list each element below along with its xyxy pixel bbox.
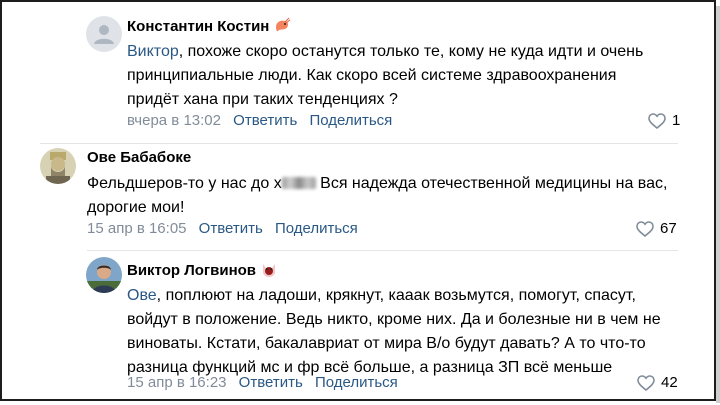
comment-time[interactable]: 15 апр в 16:23 bbox=[127, 374, 227, 391]
share-button[interactable]: Поделиться bbox=[315, 374, 398, 391]
comment-author[interactable]: Константин Костин bbox=[127, 16, 291, 35]
like-button[interactable]: 67 bbox=[636, 220, 677, 237]
heart-icon bbox=[636, 220, 654, 237]
like-button[interactable]: 42 bbox=[637, 374, 678, 391]
share-button[interactable]: Поделиться bbox=[275, 220, 358, 237]
comment-text: Ове, поплюют на ладоши, крякнут, кааак в… bbox=[127, 284, 672, 380]
comment-meta: вчера в 13:02 Ответить Поделиться bbox=[127, 112, 392, 129]
comment-body: , похоже скоро останутся только те, кому… bbox=[127, 43, 644, 108]
author-name[interactable]: Константин Костин bbox=[127, 18, 269, 35]
comment-body: , поплюют на ладоши, крякнут, кааак возь… bbox=[127, 287, 661, 376]
like-count: 1 bbox=[672, 112, 681, 129]
mention-link[interactable]: Виктор bbox=[127, 43, 179, 60]
mention-link[interactable]: Ове bbox=[127, 287, 157, 304]
author-name[interactable]: Виктор Логвинов bbox=[127, 262, 256, 279]
reply-button[interactable]: Ответить bbox=[233, 112, 297, 129]
like-count: 42 bbox=[661, 374, 678, 391]
heart-icon bbox=[648, 112, 666, 129]
shrimp-emoji-icon bbox=[276, 17, 291, 32]
like-button[interactable]: 1 bbox=[648, 112, 680, 129]
share-button[interactable]: Поделиться bbox=[309, 112, 392, 129]
person-placeholder-icon bbox=[94, 25, 114, 44]
user-photo-avatar-icon bbox=[86, 257, 122, 293]
comment-text: Фельдшеров-то у нас до х Вся надежда оте… bbox=[87, 172, 687, 220]
comment-time[interactable]: вчера в 13:02 bbox=[127, 112, 221, 129]
reply-button[interactable]: Ответить bbox=[199, 220, 263, 237]
comment-body: Фельдшеров-то у нас до х bbox=[87, 175, 282, 192]
heart-icon bbox=[637, 374, 655, 391]
comment-author[interactable]: Ове Бабабоке bbox=[87, 149, 191, 166]
medieval-figure-avatar-icon bbox=[40, 148, 76, 184]
censored-blur bbox=[281, 177, 316, 189]
author-name[interactable]: Ове Бабабоке bbox=[87, 149, 191, 166]
like-count: 67 bbox=[660, 220, 677, 237]
cat-emoji-icon bbox=[263, 264, 276, 277]
comment-divider bbox=[40, 143, 678, 144]
comment-text: Виктор, похоже скоро останутся только те… bbox=[127, 40, 672, 112]
reply-button[interactable]: Ответить bbox=[239, 374, 303, 391]
comment-meta: 15 апр в 16:05 Ответить Поделиться bbox=[87, 220, 358, 237]
avatar[interactable] bbox=[86, 16, 122, 52]
comment-meta: 15 апр в 16:23 Ответить Поделиться bbox=[127, 374, 398, 391]
avatar[interactable] bbox=[86, 257, 122, 293]
avatar[interactable] bbox=[40, 148, 76, 184]
comment-divider bbox=[87, 250, 678, 251]
comment-author[interactable]: Виктор Логвинов bbox=[127, 260, 278, 279]
comment-time[interactable]: 15 апр в 16:05 bbox=[87, 220, 187, 237]
